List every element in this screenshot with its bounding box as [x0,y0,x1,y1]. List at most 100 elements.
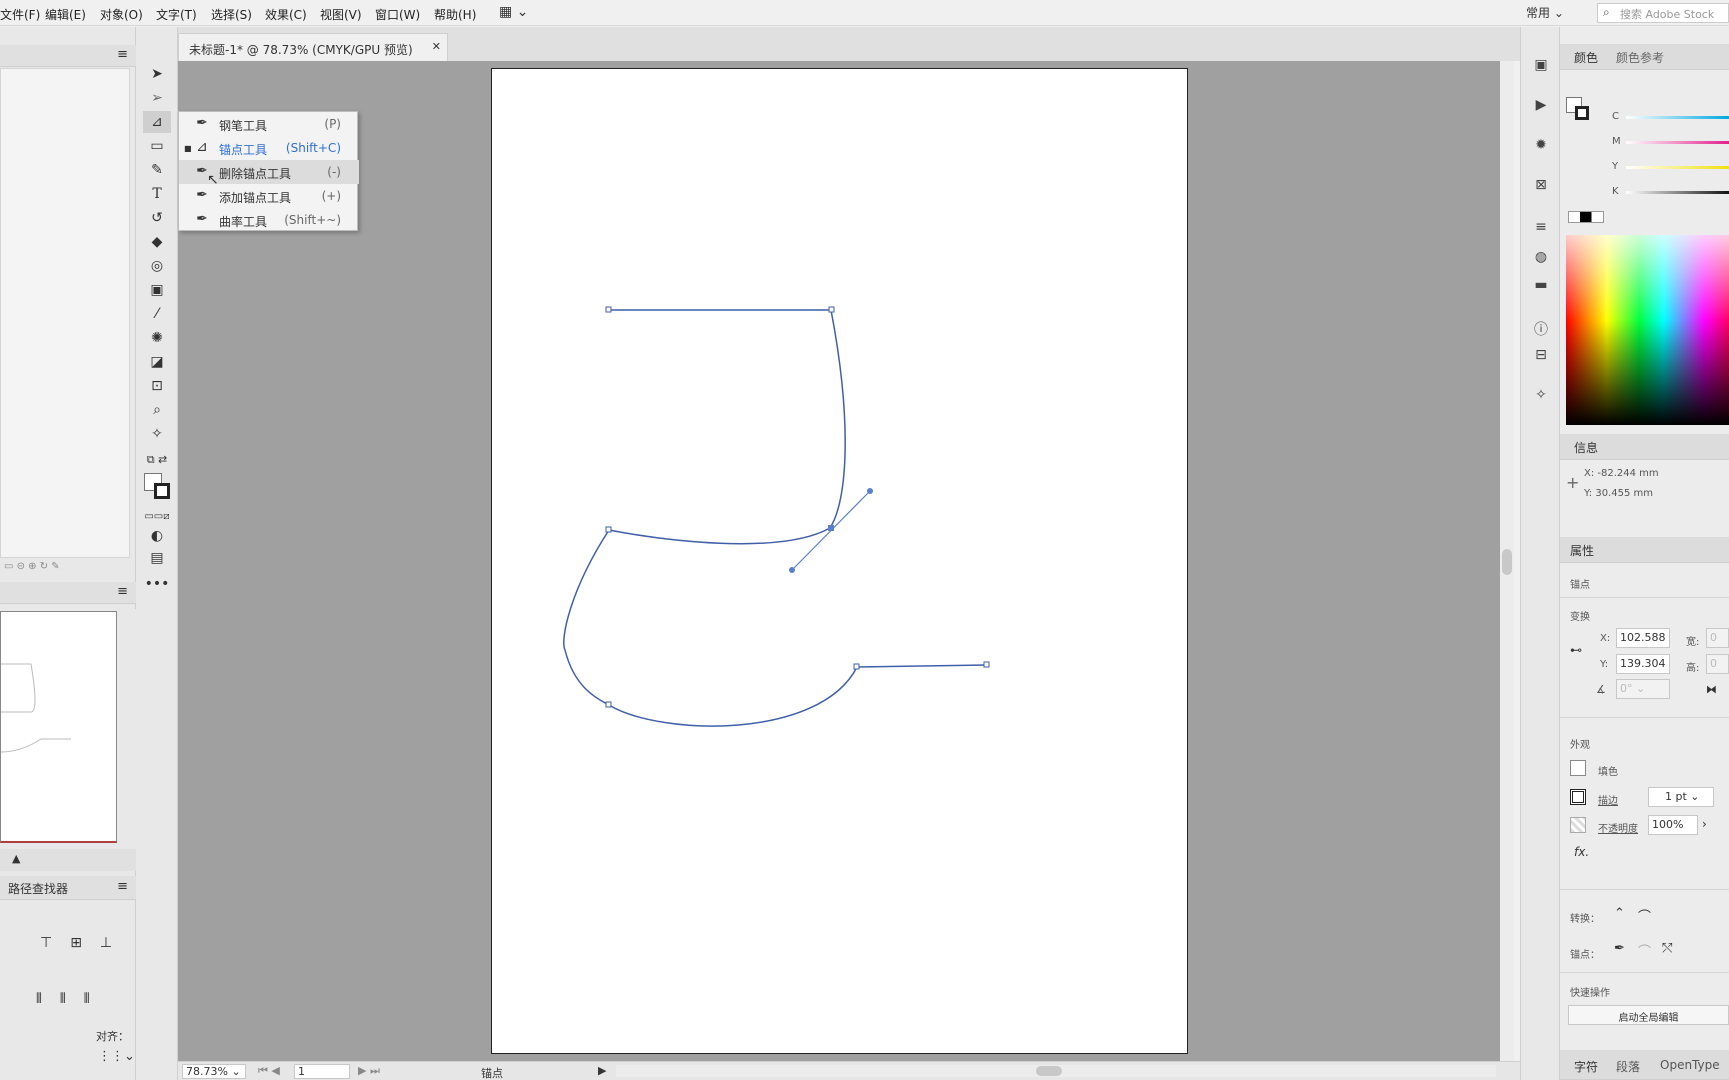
cut-path-icon[interactable]: ⌒ [1638,941,1651,960]
reference-point-icon[interactable]: ⊷ [1570,643,1582,657]
zoom-tool-icon[interactable]: ⌕ [143,399,171,421]
magic-wand-panel-icon[interactable]: ✧ [1531,387,1551,407]
horizontal-scroll-thumb[interactable] [1036,1066,1062,1076]
layers-footer-icons[interactable]: ▭ ⊝ ⊕ ↻ ✎ [0,561,130,579]
menu-object[interactable]: 对象(O) [100,6,143,23]
flyout-delete-anchor-tool[interactable]: ✒ 删除锚点工具 (-) ↖ [179,160,359,188]
symbol-sprayer-tool-icon[interactable]: ✺ [143,327,171,349]
rectangle-tool-icon[interactable]: ▭ [143,135,171,157]
draw-mode-icon[interactable]: ◐ [143,525,171,547]
anchor-point-tool-icon[interactable]: ⊿ [143,111,171,133]
gradient-tool-icon[interactable]: ▣ [143,279,171,301]
remove-anchor-icon[interactable]: ✒ [1614,941,1625,956]
convert-corner-icon[interactable]: ⌃ [1614,906,1625,921]
fill-color-swatch[interactable] [1570,760,1586,776]
flyout-pen-tool[interactable]: ✒ 钢笔工具 (P) [179,112,359,136]
stroke-color-swatch[interactable] [1570,789,1586,805]
paintbrush-tool-icon[interactable]: ✎ [143,159,171,181]
document-tab[interactable]: 未标题-1* @ 78.73% (CMYK/GPU 预览) ✕ [178,33,448,61]
libraries-icon[interactable]: ▣ [1531,57,1551,77]
rotate-field[interactable]: 0° ⌄ [1616,679,1670,699]
flip-icon[interactable]: ⧓ [1706,683,1717,696]
join-anchor-icon[interactable]: ⤲ [1662,941,1672,956]
align-vertical-buttons[interactable]: ⊤⊞⊥ [40,935,130,951]
flyout-anchor-point-tool[interactable]: ■ ⊿ 锚点工具 (Shift+C) [179,136,359,160]
align-to-dropdown[interactable]: ⋮⋮⌄ [98,1049,135,1064]
vertical-scrollbar[interactable] [1500,61,1514,1061]
screen-mode-icon[interactable]: ▤ [143,547,171,569]
page-first-prev-icons[interactable]: ⏮ ◀ [258,1064,280,1078]
stroke-panel-icon[interactable]: ≡ [1531,219,1551,239]
color-spectrum[interactable] [1566,235,1729,425]
vertical-scroll-thumb[interactable] [1502,549,1512,575]
panel-menu-icon[interactable]: ≡ [117,47,128,62]
stroke-weight-field[interactable]: 1 pt ⌄ [1648,787,1714,807]
panel-menu-icon[interactable]: ≡ [117,584,128,599]
tab-character[interactable]: 字符 [1574,1058,1598,1075]
height-field[interactable]: 0 [1706,654,1729,674]
stroke-label[interactable]: 描边 [1598,792,1618,807]
magic-wand-tool-icon[interactable]: ✧ [143,423,171,445]
tab-info[interactable]: 信息 [1574,439,1598,456]
swap-fill-stroke-icon[interactable]: ⧉ ⇄ [143,449,171,471]
page-next-last-icons[interactable]: ▶ ⏭ [358,1064,380,1078]
tab-paragraph[interactable]: 段落 [1616,1058,1640,1075]
gradient-panel-icon[interactable]: ▬ [1531,277,1551,297]
opacity-label[interactable]: 不透明度 [1598,820,1638,835]
menu-file[interactable]: 文件(F) [0,6,40,23]
workspace-switcher[interactable]: 常用 ⌄ [1526,4,1564,21]
flyout-add-anchor-tool[interactable]: ✒ 添加锚点工具 (+) [179,184,359,208]
brushes-icon[interactable]: ✹ [1531,137,1551,157]
page-field[interactable]: 1 [294,1064,350,1079]
stroke-swatch[interactable] [154,483,170,499]
tab-color-guide[interactable]: 颜色参考 [1616,49,1664,66]
links-icon[interactable]: ⊟ [1531,347,1551,367]
status-menu-arrow-icon[interactable]: ▶ [598,1064,606,1077]
c-slider[interactable] [1626,116,1729,119]
k-slider[interactable] [1626,191,1729,194]
width-field[interactable]: 0 [1706,628,1729,648]
menu-effect[interactable]: 效果(C) [265,6,307,23]
y-slider[interactable] [1626,166,1729,169]
document-info-icon[interactable]: ⓘ [1531,319,1551,339]
eraser-tool-icon[interactable]: ◆ [143,231,171,253]
menu-type[interactable]: 文字(T) [156,6,197,23]
image-trace-icon[interactable]: ⊠ [1531,177,1551,197]
color-mode-icons[interactable]: ▭▭⧄ [143,505,171,527]
actions-play-icon[interactable]: ▶ [1531,97,1551,117]
edit-toolbar-icon[interactable]: ••• [143,573,171,595]
flyout-curvature-tool[interactable]: ✒ 曲率工具 (Shift+~) [179,208,359,232]
shape-builder-tool-icon[interactable]: ◎ [143,255,171,277]
convert-smooth-icon[interactable]: ⌒ [1638,906,1651,925]
m-slider[interactable] [1626,141,1729,144]
arrange-documents-icon[interactable]: ▦ ⌄ [499,4,528,20]
rotate-tool-icon[interactable]: ↺ [143,207,171,229]
eyedropper-tool-icon[interactable]: ⁄ [143,303,171,325]
type-tool-icon[interactable]: T [143,183,171,205]
artboard-tool-icon[interactable]: ⊡ [143,375,171,397]
zoom-mountain-icon[interactable]: ▲ [12,852,20,865]
opacity-field[interactable]: 100% [1648,815,1698,835]
menu-window[interactable]: 窗口(W) [375,6,420,23]
tab-color[interactable]: 颜色 [1574,49,1598,66]
close-tab-icon[interactable]: ✕ [432,40,441,53]
start-global-edit-button[interactable]: 启动全局编辑 [1568,1005,1729,1025]
menu-help[interactable]: 帮助(H) [434,6,476,23]
selection-tool-icon[interactable]: ➤ [143,63,171,85]
none-black-white-swatches[interactable] [1568,211,1604,223]
opacity-expand-icon[interactable]: › [1702,817,1707,831]
distribute-buttons[interactable]: ⫴⫴⫴ [36,991,108,1007]
tab-properties[interactable]: 属性 [1570,542,1594,559]
direct-selection-tool-icon[interactable]: ➢ [143,87,171,109]
menu-edit[interactable]: 编辑(E) [45,6,86,23]
navigator-preview[interactable] [0,609,136,849]
fx-effects-button[interactable]: fx. [1574,845,1589,859]
stock-search-input[interactable]: ⌕ 搜索 Adobe Stock [1597,3,1729,23]
artboard[interactable] [491,68,1188,1054]
y-position-field[interactable]: 139.304 [1616,654,1670,674]
zoom-field[interactable]: 78.73% ⌄ [182,1064,246,1079]
transparency-icon[interactable]: ◍ [1531,249,1551,269]
menu-select[interactable]: 选择(S) [211,6,252,23]
panel-menu-icon[interactable]: ≡ [117,879,128,894]
pathfinder-tab[interactable]: 路径查找器 [8,880,68,897]
